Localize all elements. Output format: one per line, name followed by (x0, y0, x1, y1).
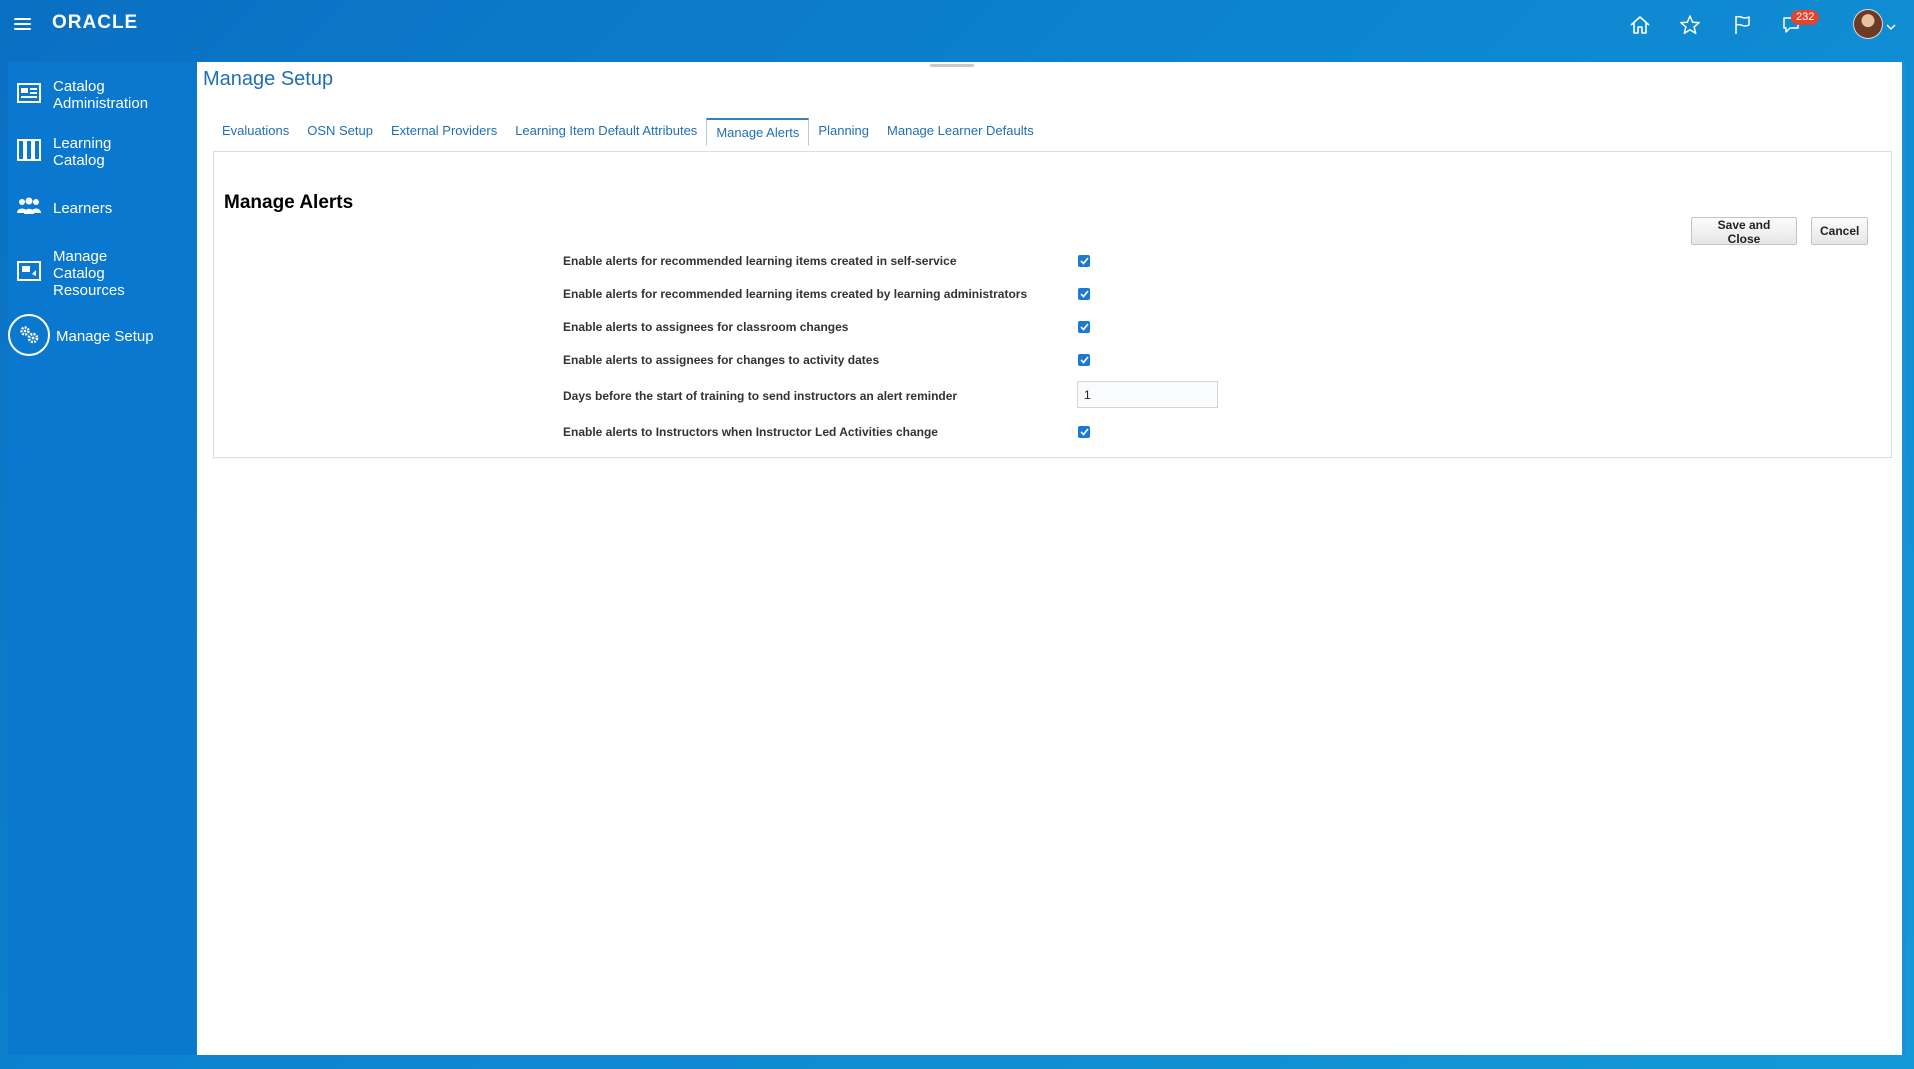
tab-external-providers[interactable]: External Providers (382, 118, 506, 146)
checkbox-instructor-led-alerts[interactable] (1078, 426, 1090, 438)
user-avatar[interactable] (1853, 9, 1883, 39)
checkbox-classroom-change-alerts[interactable] (1078, 321, 1090, 333)
tab-manage-alerts[interactable]: Manage Alerts (706, 118, 810, 146)
sidebar-item-label: Learners (53, 200, 113, 217)
sidebar-item-label: Learning Catalog (53, 135, 112, 169)
sidebar-item-label: Catalog Administration (53, 78, 149, 112)
form-label: Enable alerts for recommended learning i… (563, 287, 1028, 301)
catalog-admin-icon (16, 80, 42, 106)
form-label: Enable alerts for recommended learning i… (563, 254, 957, 268)
learning-catalog-icon (16, 137, 42, 163)
sidebar-nav: Catalog Administration Learning Catalog … (8, 62, 196, 1055)
form-label: Days before the start of training to sen… (563, 389, 958, 403)
menu-icon[interactable] (14, 16, 32, 32)
form-row-reminder-days: Days before the start of training to sen… (563, 381, 1363, 408)
tab-evaluations[interactable]: Evaluations (213, 118, 298, 146)
sidebar-item-manage-setup[interactable]: Manage Setup (8, 314, 196, 358)
form-row-admin-created-alerts: Enable alerts for recommended learning i… (563, 285, 1363, 305)
global-header: ORACLE 232 (0, 0, 1914, 62)
notification-count-badge: 232 (1791, 10, 1820, 25)
form-label: Enable alerts to Instructors when Instru… (563, 425, 938, 439)
chevron-down-icon[interactable] (1886, 18, 1896, 36)
learners-icon (16, 194, 42, 220)
flag-icon[interactable] (1727, 10, 1757, 40)
checkbox-admin-created-alerts[interactable] (1078, 288, 1090, 300)
panel-edge (1902, 62, 1906, 1055)
checkbox-self-service-alerts[interactable] (1078, 255, 1090, 267)
save-and-close-button[interactable]: Save and Close (1691, 217, 1797, 246)
sidebar-item-label: Manage Catalog Resources (53, 248, 125, 299)
checkbox-activity-date-alerts[interactable] (1078, 354, 1090, 366)
sidebar-item-label: Manage Setup (56, 328, 154, 345)
gears-icon (8, 314, 50, 356)
form-label: Enable alerts to assignees for classroom… (563, 320, 849, 334)
form-row-self-service-alerts: Enable alerts for recommended learning i… (563, 252, 1363, 272)
form-label: Enable alerts to assignees for changes t… (563, 353, 880, 367)
resize-handle[interactable] (930, 64, 974, 67)
cancel-button[interactable]: Cancel (1811, 217, 1868, 245)
tab-osn-setup[interactable]: OSN Setup (298, 118, 382, 146)
tab-manage-learner-defaults[interactable]: Manage Learner Defaults (878, 118, 1043, 146)
sidebar-item-manage-catalog-resources[interactable]: Manage Catalog Resources (8, 246, 196, 302)
section-title: Manage Alerts (224, 192, 354, 213)
tab-bar: Evaluations OSN Setup External Providers… (213, 118, 1043, 146)
manage-alerts-panel: Manage Alerts Save and Close Cancel Enab… (213, 151, 1892, 458)
home-icon[interactable] (1625, 10, 1655, 40)
star-icon[interactable] (1675, 10, 1705, 40)
tab-planning[interactable]: Planning (809, 118, 878, 146)
reminder-days-input[interactable] (1077, 381, 1218, 408)
page-title: Manage Setup (203, 68, 334, 90)
sidebar-item-learning-catalog[interactable]: Learning Catalog (8, 133, 196, 173)
tab-learning-item-default-attributes[interactable]: Learning Item Default Attributes (506, 118, 706, 146)
main-panel: Manage Setup Evaluations OSN Setup Exter… (197, 62, 1902, 1055)
sidebar-item-catalog-administration[interactable]: Catalog Administration (8, 76, 196, 116)
oracle-logo: ORACLE (52, 12, 139, 33)
catalog-resources-icon (16, 258, 42, 284)
form-row-activity-date-alerts: Enable alerts to assignees for changes t… (563, 351, 1363, 371)
form-row-classroom-change-alerts: Enable alerts to assignees for classroom… (563, 318, 1363, 338)
form-row-instructor-led-alerts: Enable alerts to Instructors when Instru… (563, 423, 1363, 443)
sidebar-item-learners[interactable]: Learners (8, 194, 196, 222)
